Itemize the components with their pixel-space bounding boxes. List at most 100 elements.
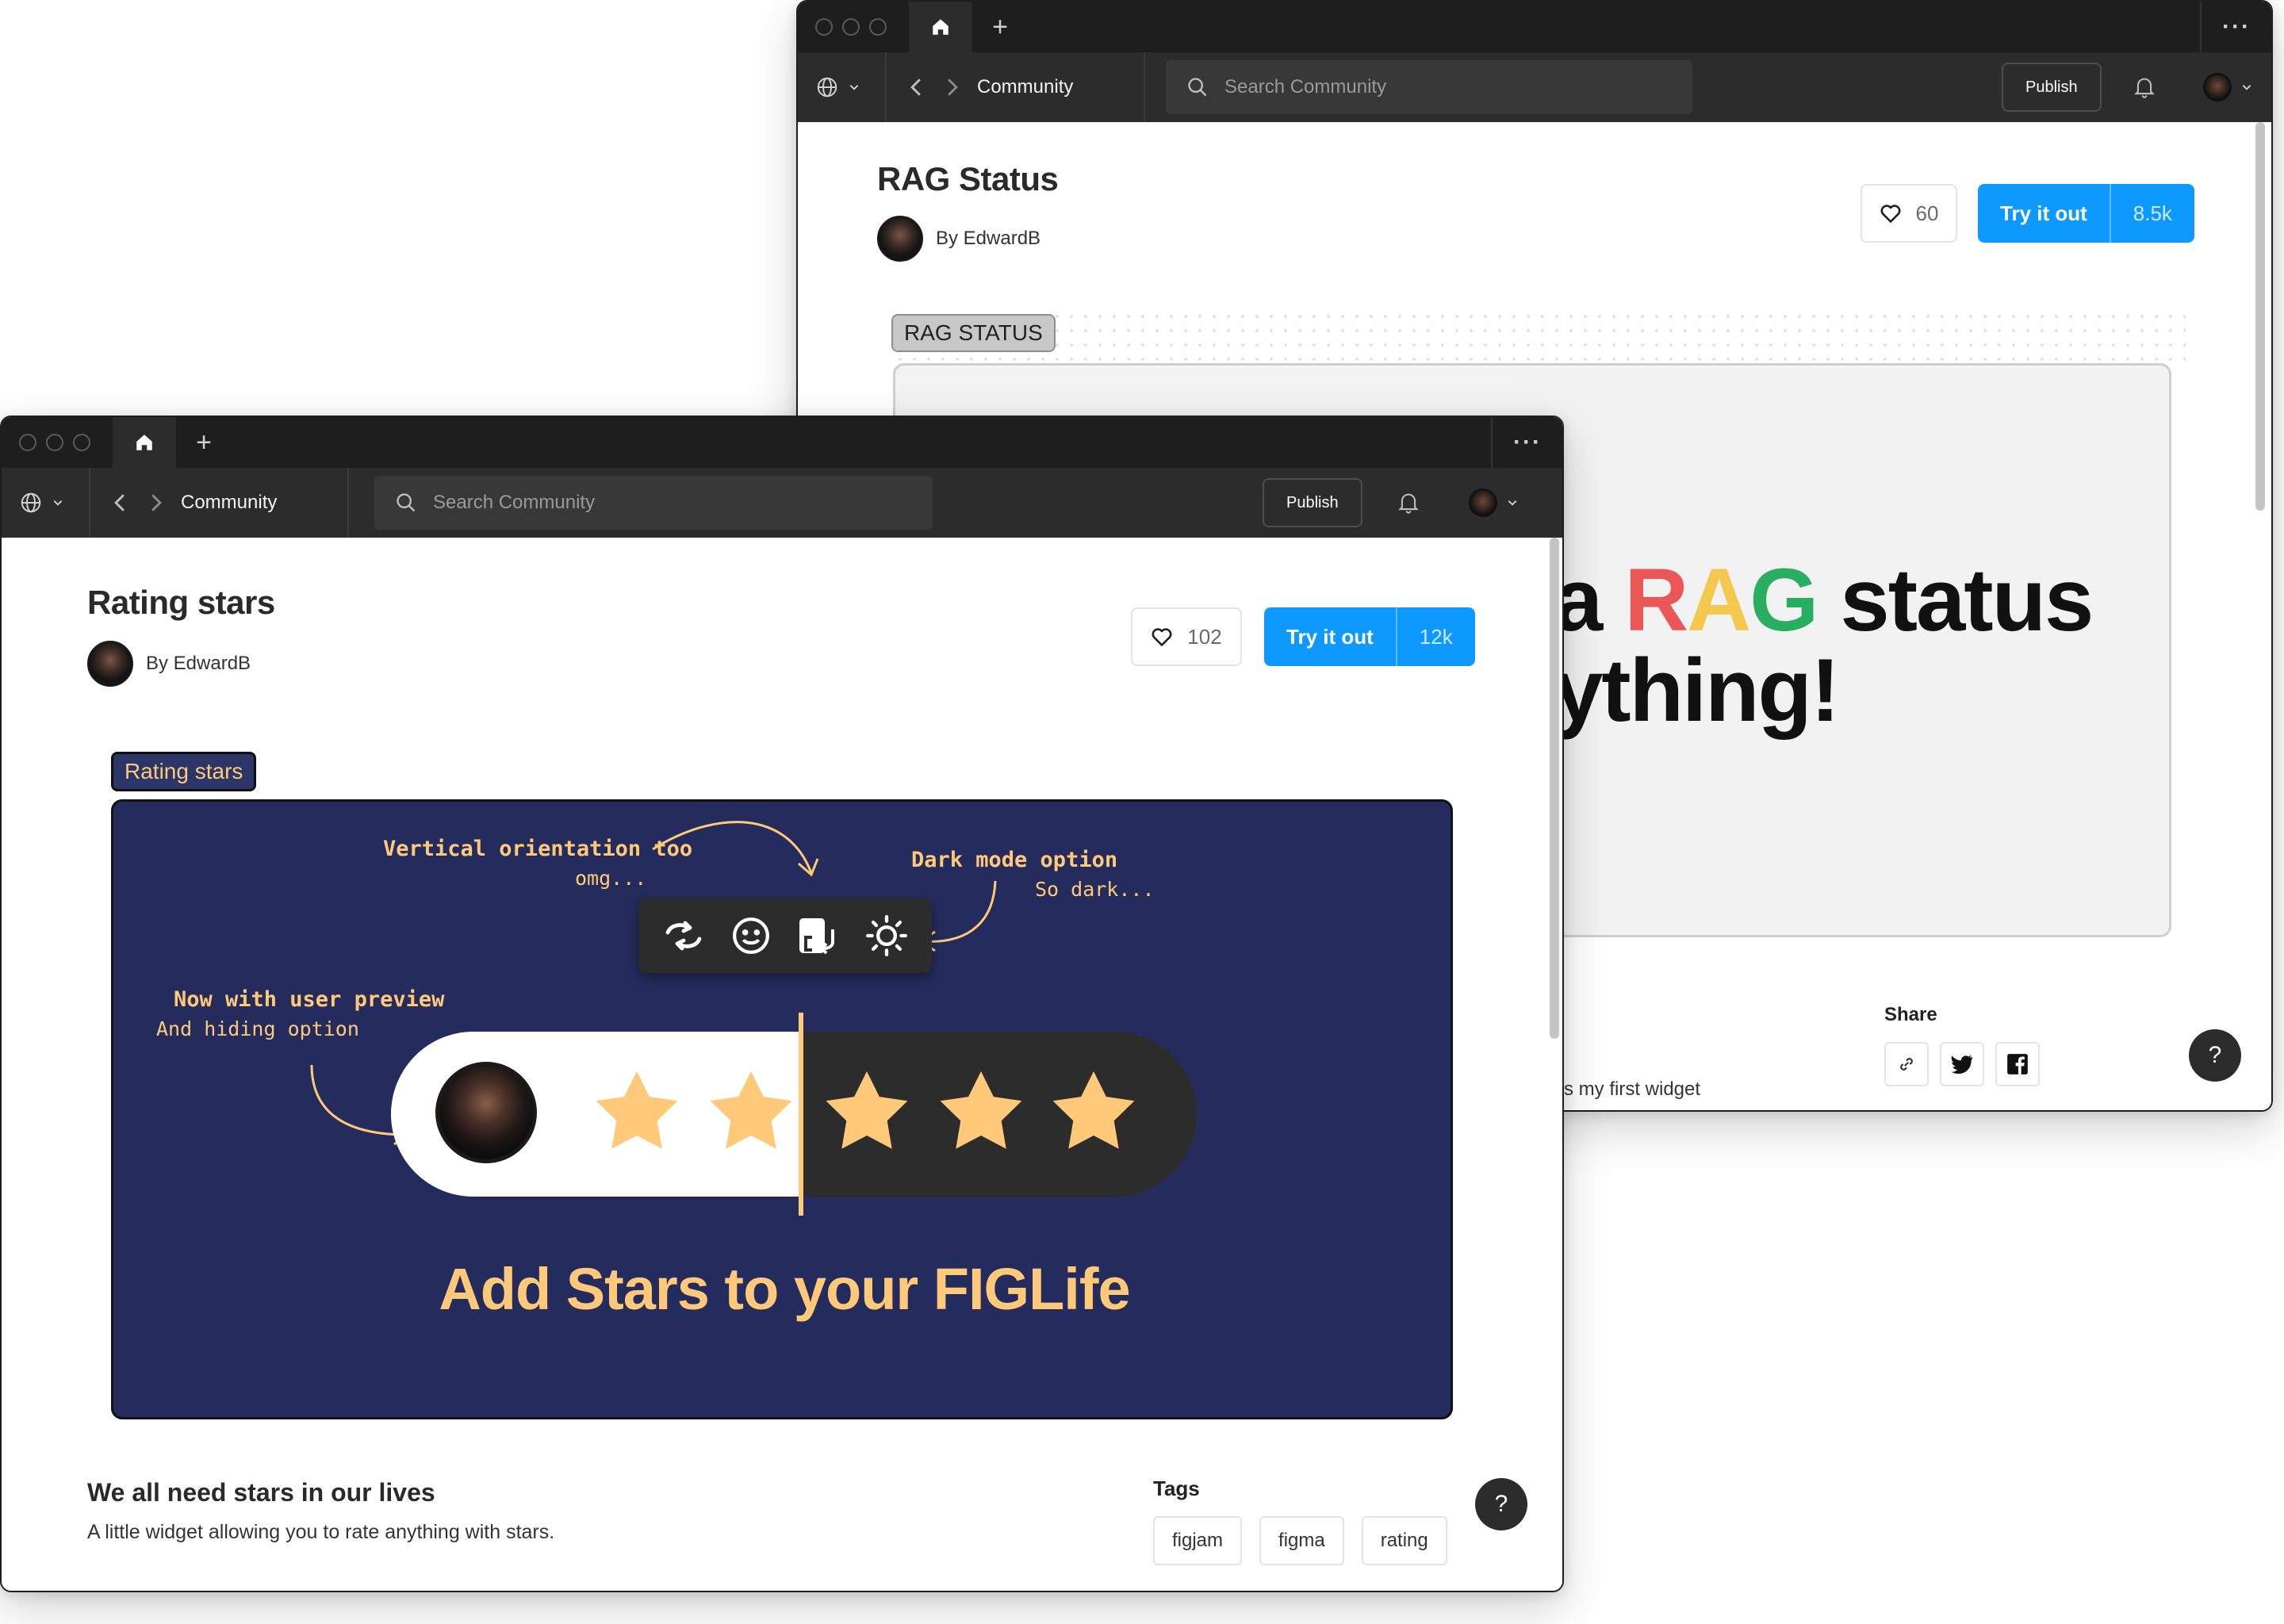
search-icon: [1188, 78, 1207, 97]
try-it-out-button[interactable]: Try it out 12k: [1264, 607, 1475, 666]
dotted-canvas-background: [893, 309, 2186, 365]
author[interactable]: By EdwardB: [87, 641, 251, 687]
tag[interactable]: rating: [1361, 1516, 1447, 1565]
hero-headline: a RAG status: [1554, 550, 2094, 649]
new-tab-button[interactable]: +: [972, 2, 1028, 52]
facebook-icon: [2007, 1054, 2028, 1074]
chevron-down-icon: [2242, 85, 2251, 90]
tags-heading: Tags: [1153, 1477, 1200, 1500]
publish-button[interactable]: Publish: [2002, 63, 2102, 112]
front-browser-window: + ··· Community Search Community Publish…: [0, 416, 1564, 1592]
star-icon[interactable]: [940, 1071, 1022, 1149]
chevron-down-icon: [53, 500, 63, 506]
home-icon: [136, 435, 152, 450]
help-button[interactable]: ?: [1475, 1478, 1527, 1530]
author-name: By EdwardB: [936, 228, 1041, 249]
share-heading: Share: [1884, 1004, 1937, 1025]
tag[interactable]: figjam: [1153, 1516, 1243, 1565]
home-tab[interactable]: [909, 2, 972, 52]
star-icon[interactable]: [596, 1071, 678, 1149]
try-count: 8.5k: [2109, 184, 2194, 243]
home-tab[interactable]: [113, 417, 176, 468]
bell-icon[interactable]: [2133, 75, 2156, 99]
author-name: By EdwardB: [146, 653, 251, 674]
rag-letter-a: A: [1687, 550, 1751, 649]
globe-icon: [817, 77, 837, 98]
author[interactable]: By EdwardB: [877, 216, 1040, 262]
like-count: 60: [1915, 201, 1939, 225]
search-icon: [397, 493, 416, 512]
page-content: Rating stars By EdwardB 102 Try it out 1…: [2, 538, 1562, 1591]
heart-icon: [1152, 628, 1172, 646]
try-label: Try it out: [2000, 201, 2087, 225]
rag-letter-g: G: [1749, 550, 1818, 649]
like-button[interactable]: 102: [1131, 607, 1242, 666]
twitter-icon: [1951, 1055, 1972, 1074]
more-menu-button[interactable]: ···: [1491, 417, 1562, 468]
page-title: RAG Status: [877, 160, 1059, 197]
account-menu[interactable]: [1468, 488, 1518, 517]
search-input[interactable]: Search Community: [1166, 60, 1692, 114]
author-avatar: [87, 641, 133, 687]
widget-badge: Rating stars: [111, 752, 257, 791]
star-icon[interactable]: [826, 1071, 908, 1149]
avatar: [2202, 73, 2232, 102]
toolbar-title[interactable]: Community: [181, 492, 347, 514]
page-title: Rating stars: [87, 584, 275, 621]
widget-badge: RAG STATUS: [891, 314, 1056, 352]
scrollbar[interactable]: [2255, 122, 2265, 511]
title-bar: + ···: [2, 417, 1562, 468]
author-avatar: [877, 216, 923, 262]
forward-arrow-icon[interactable]: [149, 492, 163, 513]
toolbar: Community Search Community Publish: [798, 52, 2271, 122]
facebook-share-button[interactable]: [1995, 1042, 2040, 1086]
search-input[interactable]: Search Community: [374, 476, 933, 530]
publish-button[interactable]: Publish: [1263, 478, 1362, 527]
description-fragment: s my first widget: [1564, 1078, 1701, 1100]
new-tab-button[interactable]: +: [176, 417, 232, 468]
back-arrow-icon[interactable]: [113, 492, 127, 513]
home-icon: [933, 19, 948, 35]
hero-headline: Add Stars to your FIGLife: [439, 1256, 1130, 1322]
try-count: 12k: [1395, 607, 1475, 666]
language-menu[interactable]: [2, 491, 89, 515]
toolbar-title[interactable]: Community: [977, 76, 1144, 98]
twitter-share-button[interactable]: [1940, 1042, 1984, 1086]
link-icon: [1900, 1058, 1913, 1071]
help-button[interactable]: ?: [2189, 1029, 2241, 1082]
heart-icon: [1880, 205, 1901, 223]
search-placeholder: Search Community: [433, 492, 596, 513]
back-arrow-icon[interactable]: [909, 77, 923, 98]
like-count: 102: [1187, 624, 1222, 649]
tag[interactable]: figma: [1259, 1516, 1344, 1565]
star-icon[interactable]: [710, 1071, 792, 1149]
share-buttons: [1884, 1042, 2040, 1086]
scrollbar[interactable]: [1550, 538, 1559, 1039]
language-menu[interactable]: [798, 75, 885, 99]
search-placeholder: Search Community: [1224, 76, 1387, 98]
globe-icon: [21, 492, 41, 513]
try-label: Try it out: [1286, 624, 1374, 649]
chevron-down-icon: [849, 85, 859, 90]
description-text: A little widget allowing you to rate any…: [87, 1521, 555, 1543]
hero-headline-line2: ything!: [1554, 641, 1840, 740]
title-bar: + ···: [798, 2, 2271, 52]
try-it-out-button[interactable]: Try it out 8.5k: [1978, 184, 2194, 243]
chevron-down-icon: [1508, 500, 1516, 506]
star-icon[interactable]: [1052, 1071, 1135, 1149]
window-controls[interactable]: [798, 18, 909, 36]
rag-letter-r: R: [1624, 550, 1688, 649]
copy-link-button[interactable]: [1884, 1042, 1929, 1086]
forward-arrow-icon[interactable]: [945, 77, 960, 98]
more-menu-button[interactable]: ···: [2200, 2, 2271, 52]
avatar: [1468, 488, 1497, 517]
window-controls[interactable]: [2, 434, 113, 451]
hero-card: Vertical orientation too omg... Dark mod…: [111, 799, 1453, 1419]
rating-stars: [596, 1071, 1135, 1149]
like-button[interactable]: 60: [1861, 184, 1957, 243]
bell-icon[interactable]: [1397, 491, 1420, 515]
toolbar: Community Search Community Publish: [2, 468, 1562, 538]
tags-list: figjam figma rating: [1153, 1516, 1447, 1565]
account-menu[interactable]: [2202, 73, 2252, 102]
description-heading: We all need stars in our lives: [87, 1478, 435, 1507]
